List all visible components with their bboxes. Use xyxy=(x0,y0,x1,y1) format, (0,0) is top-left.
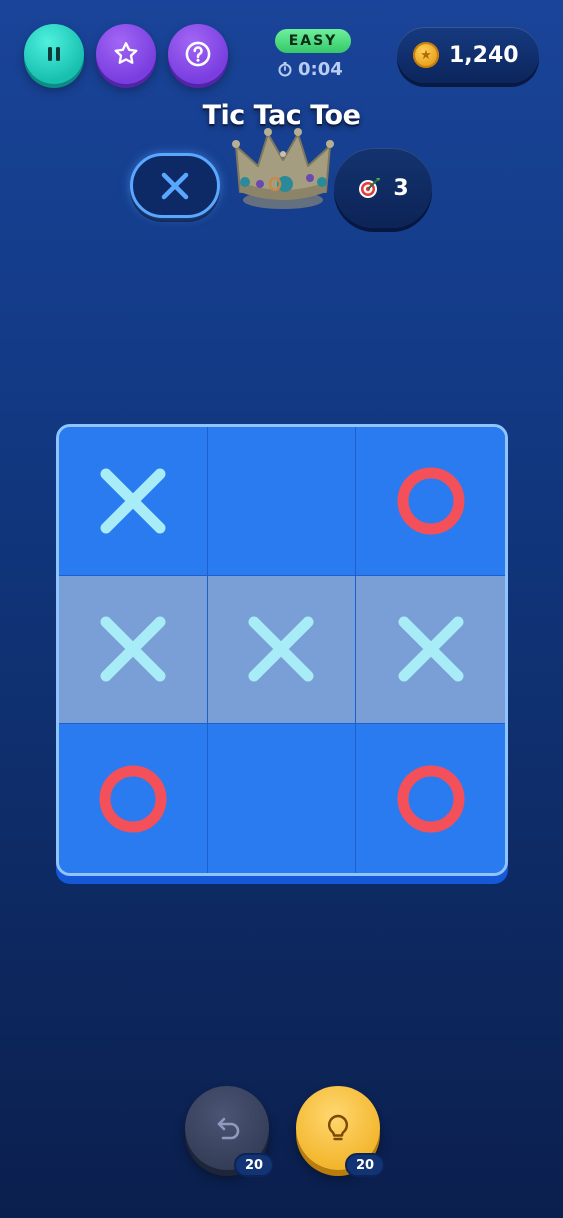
star-icon xyxy=(114,42,138,64)
board-cell[interactable] xyxy=(356,575,505,725)
current-player-indicator xyxy=(130,153,220,218)
pause-button[interactable] xyxy=(24,24,84,84)
timer-value: 0:04 xyxy=(298,58,343,80)
game-board xyxy=(56,424,508,876)
goal-indicator: 3 xyxy=(334,148,432,228)
coin-value: 1,240 xyxy=(449,42,519,68)
board-cell[interactable] xyxy=(207,575,357,725)
x-mark-icon xyxy=(100,616,166,682)
help-button[interactable] xyxy=(168,24,228,84)
lightbulb-icon xyxy=(327,1114,349,1141)
pause-icon xyxy=(48,47,60,61)
board-cell[interactable] xyxy=(59,724,208,873)
x-mark-icon xyxy=(161,172,189,199)
difficulty-badge: EASY xyxy=(275,29,351,53)
timer: 0:04 xyxy=(277,58,343,80)
undo-icon xyxy=(217,1117,240,1140)
coin-icon: ★ xyxy=(413,42,439,68)
crown-icon xyxy=(232,128,334,209)
stopwatch-icon xyxy=(278,62,292,77)
x-mark-icon xyxy=(248,616,314,682)
coin-balance[interactable]: ★ 1,240 xyxy=(397,27,539,83)
o-mark-icon xyxy=(397,467,465,535)
board-cell[interactable] xyxy=(59,575,208,725)
favorite-button[interactable] xyxy=(96,24,156,84)
question-icon xyxy=(185,41,211,67)
o-mark-icon xyxy=(397,765,465,833)
x-mark-icon xyxy=(398,616,464,682)
board-cell[interactable] xyxy=(207,724,357,873)
board-cell[interactable] xyxy=(356,427,505,576)
board-cell[interactable] xyxy=(207,427,357,576)
goal-value: 3 xyxy=(393,175,409,201)
o-mark-icon xyxy=(99,765,167,833)
board-cell[interactable] xyxy=(59,427,208,576)
undo-count-badge: 20 xyxy=(234,1153,274,1177)
target-icon xyxy=(359,178,381,198)
board-cell[interactable] xyxy=(356,724,505,873)
x-mark-icon xyxy=(100,468,166,534)
hint-count-badge: 20 xyxy=(345,1153,385,1177)
